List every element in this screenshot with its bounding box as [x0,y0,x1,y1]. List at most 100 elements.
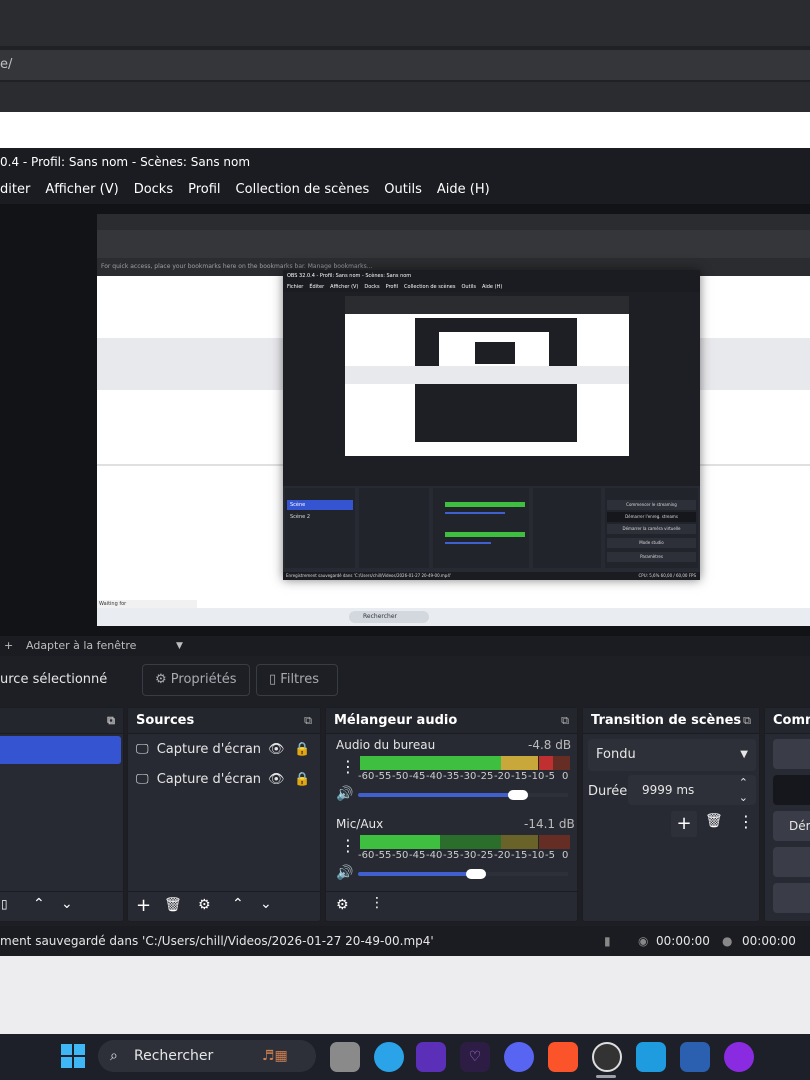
volume-slider-track [485,872,568,876]
add-transition-button[interactable]: + [671,811,697,837]
app-icon[interactable] [724,1042,754,1072]
kebab-menu-icon[interactable]: ⋮ [340,836,356,855]
scenes-dock-footer: ▯ ⌃ ⌄ [0,891,123,921]
menu-tools[interactable]: Outils [384,176,422,204]
advanced-audio-icon[interactable]: ⚙ [336,897,349,913]
settings-button[interactable] [773,883,810,913]
zoom-in-icon[interactable]: + [4,636,13,656]
meter-tick-label: -20 [494,771,511,782]
virtual-camera-button[interactable]: Dém [773,811,810,841]
brave-icon[interactable] [548,1042,578,1072]
screen: e/ 0.4 - Profil: Sans nom - Scènes: Sans… [0,0,810,1080]
taskbar-search[interactable]: ⌕ Rechercher ♬▦ [98,1040,316,1072]
monitor-icon: 🖵 [136,772,149,787]
meter-tick-label: -55 [375,850,392,861]
start-streaming-button[interactable] [773,739,810,769]
eye-icon[interactable]: 👁 [268,767,285,793]
search-highlight-icon: ♬▦ [262,1048,288,1064]
transition-select[interactable]: Fondu ▼ [588,739,756,771]
trash-icon[interactable]: 🗑 [164,897,182,913]
menu-scene-collection[interactable]: Collection de scènes [236,176,370,204]
signal-icon: ▮ [604,934,611,948]
nested-docks: Scène Scène 2 Commencer le streaming Dém… [283,486,700,572]
page-background [0,112,810,148]
move-up-icon[interactable]: ⌃ [33,896,45,912]
task-view-icon[interactable] [330,1042,360,1072]
meter-fill [360,835,440,849]
menu-docks[interactable]: Docks [134,176,173,204]
gear-icon[interactable]: ⚙ [198,897,211,913]
undock-icon[interactable]: ⧉ [743,708,751,734]
meter-tick-label: -35 [443,850,460,861]
mixer-dock-header: Mélangeur audio ⧉ [326,708,577,734]
channel-name: Mic/Aux [336,817,384,831]
start-recording-button[interactable] [773,775,810,805]
transitions-dock: Transition de scènes ⧉ Fondu ▼ Durée 999… [582,707,760,922]
gear-icon: ⚙ [155,672,167,687]
chevron-down-icon[interactable]: ▼ [176,636,183,656]
browser-address-bar[interactable]: e/ [0,50,810,80]
meter-tick-label: -15 [511,771,528,782]
preview-canvas[interactable]: For quick access, place your bookmarks h… [97,214,810,626]
meter-tick-label: -15 [511,850,528,861]
studio-mode-button[interactable] [773,847,810,877]
obs-icon[interactable] [592,1042,622,1072]
speaker-icon[interactable]: 🔊 [336,865,353,881]
filter-icon[interactable]: ▯ [1,897,8,911]
meter-tick-label: -35 [443,771,460,782]
menu-profile[interactable]: Profil [188,176,220,204]
duration-spinbox[interactable]: 9999 ms ⌃ ⌄ [628,775,756,805]
filters-button[interactable]: ▯ Filtres [256,664,338,696]
trash-icon[interactable]: 🗑 [705,813,723,829]
app-icon[interactable] [374,1042,404,1072]
undock-icon[interactable]: ⧉ [561,708,569,734]
proton-icon[interactable]: ♡ [460,1042,490,1072]
bookmarks-bar [0,82,810,112]
menu-edit[interactable]: diter [0,176,30,204]
eye-icon[interactable]: 👁 [268,737,285,763]
preview-browser-tabs [97,214,810,230]
transitions-dock-header: Transition de scènes ⧉ [583,708,759,734]
menu-help[interactable]: Aide (H) [437,176,490,204]
meter-tick-label: -45 [409,771,426,782]
add-icon[interactable]: + [136,895,151,916]
browser-tab-strip[interactable] [0,0,810,46]
volume-slider-handle[interactable] [507,790,528,800]
stream-time: 00:00:00 [656,934,710,948]
move-up-icon[interactable]: ⌃ [232,896,244,912]
fit-window-select[interactable]: Adapter à la fenêtre [26,636,136,656]
undock-icon[interactable]: ⧉ [304,708,312,734]
source-item[interactable]: 🖵 Capture d'écran 👁 🔒 [136,767,314,793]
lock-icon[interactable]: 🔒 [294,767,310,793]
volume-slider[interactable] [358,869,568,879]
source-item[interactable]: 🖵 Capture d'écran 👁 🔒 [136,737,314,763]
nested-obs-preview: OBS 32.0.4 - Profil: Sans nom - Scènes: … [283,270,700,580]
hwinfo-icon[interactable] [680,1042,710,1072]
meter-zone [538,835,570,849]
kebab-menu-icon[interactable]: ⋮ [340,757,356,776]
meter-tick-label: -10 [528,850,545,861]
kebab-menu-icon[interactable]: ⋮ [370,895,384,911]
move-down-icon[interactable]: ⌄ [61,896,73,912]
move-down-icon[interactable]: ⌄ [260,896,272,912]
speaker-icon[interactable]: 🔊 [336,786,353,802]
preview-toolbar: + Adapter à la fenêtre ▼ [0,636,810,656]
meter-fill [538,756,554,770]
properties-button[interactable]: ⚙ Propriétés [142,664,250,696]
meter-tick-label: -30 [460,850,477,861]
menu-view[interactable]: Afficher (V) [45,176,118,204]
discord-icon[interactable] [504,1042,534,1072]
volume-slider-handle[interactable] [465,869,486,879]
no-source-label: urce sélectionné [0,672,108,687]
app-icon[interactable] [636,1042,666,1072]
lock-icon[interactable]: 🔒 [294,737,310,763]
windows-start-icon[interactable] [61,1044,85,1068]
scene-item-selected[interactable] [0,736,121,764]
undock-icon[interactable]: ⧉ [107,708,115,734]
volume-slider-track [527,793,568,797]
chevron-down-icon[interactable]: ⌄ [739,783,748,813]
desktop-background [0,956,810,1034]
kebab-menu-icon[interactable]: ⋮ [738,812,754,831]
visual-studio-icon[interactable] [416,1042,446,1072]
volume-slider[interactable] [358,790,568,800]
